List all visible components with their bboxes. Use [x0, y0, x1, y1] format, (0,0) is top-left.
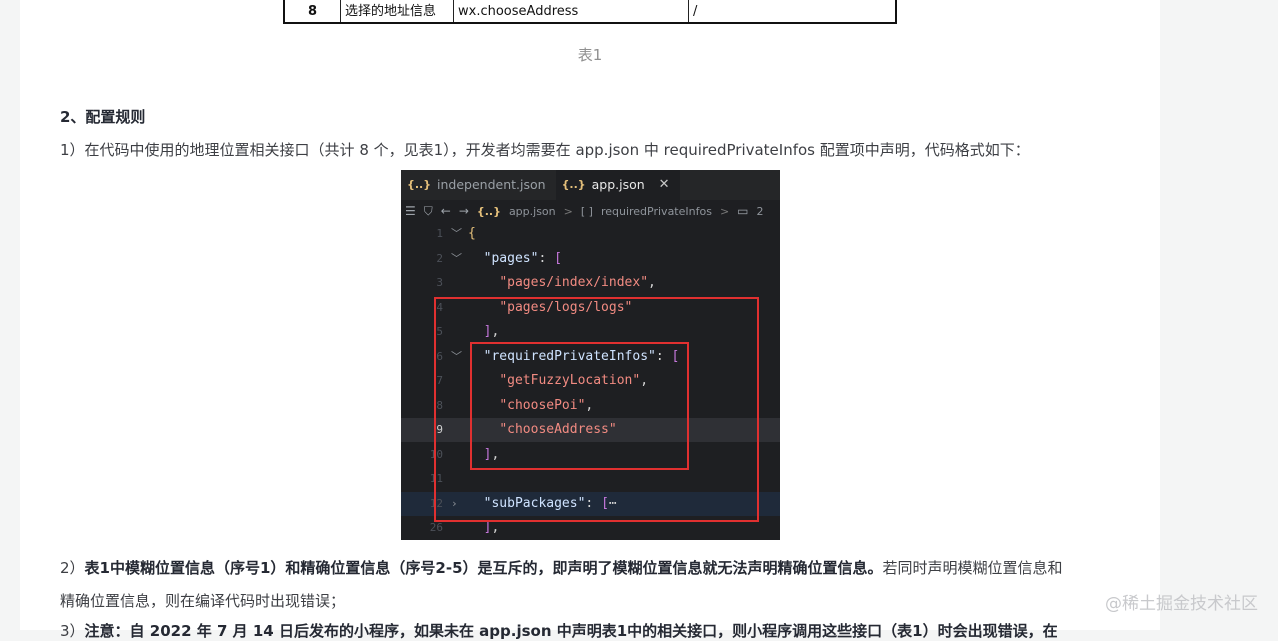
- fold-collapse-icon[interactable]: ﹀: [451, 222, 462, 246]
- tab-app-json[interactable]: {..} app.json ✕: [555, 170, 680, 200]
- code-token: "pages": [483, 250, 539, 266]
- editor-breadcrumb: ☰ ⛉ ← → {..} app.json > [ ] requiredPriv…: [401, 200, 780, 222]
- back-arrow-icon[interactable]: ←: [441, 204, 451, 218]
- code-token: "pages/index/index": [499, 275, 649, 290]
- breadcrumb-item[interactable]: 2: [757, 205, 764, 218]
- code-line[interactable]: 2 ﹀ "pages": [: [401, 247, 780, 271]
- code-text: {: [468, 222, 476, 246]
- code-token: {: [468, 226, 476, 241]
- breadcrumb-field[interactable]: requiredPrivateInfos: [601, 205, 712, 218]
- json-file-icon: {..}: [561, 178, 586, 191]
- list-icon[interactable]: ☰: [405, 204, 416, 218]
- article-body: 8 选择的地址信息 wx.chooseAddress / 表1 2、配置规则 1…: [20, 0, 1160, 640]
- code-text: "pages/index/index",: [468, 271, 656, 295]
- table-cell-name: 选择的地址信息: [341, 0, 454, 22]
- json-file-icon: {..}: [476, 204, 501, 218]
- close-tab-icon[interactable]: ✕: [659, 170, 670, 200]
- code-editor-screenshot: {..} independent.json {..} app.json ✕ ☰ …: [401, 170, 780, 540]
- tab-label: independent.json: [437, 177, 546, 192]
- table-cell-seq: 8: [285, 0, 341, 22]
- table-cell-api: wx.chooseAddress: [454, 0, 689, 22]
- breadcrumb-separator: >: [563, 204, 573, 218]
- editor-tab-bar: {..} independent.json {..} app.json ✕: [401, 170, 780, 200]
- paragraph-3-prefix: 3）: [60, 622, 85, 640]
- paragraph-2-line-2: 精确位置信息，则在编译代码时出现错误；: [60, 592, 346, 610]
- code-text: "pages": [: [468, 247, 562, 271]
- line-number: 1: [436, 227, 443, 240]
- forward-arrow-icon[interactable]: →: [459, 204, 469, 218]
- bookmark-icon[interactable]: ⛉: [424, 204, 433, 219]
- code-token: [: [554, 250, 562, 266]
- string-value-icon: ▭: [737, 204, 749, 218]
- code-line[interactable]: 1 ﹀ {: [401, 222, 780, 246]
- site-watermark: @稀土掘金技术社区: [1105, 594, 1258, 614]
- paragraph-1: 1）在代码中使用的地理位置相关接口（共计 8 个，见表1），开发者均需要在 ap…: [60, 141, 1030, 159]
- line-number: 2: [436, 251, 443, 265]
- breadcrumb-file[interactable]: app.json: [509, 205, 556, 218]
- table-cell-note: /: [693, 4, 698, 19]
- code-token: ,: [648, 275, 656, 290]
- code-token: ,: [491, 520, 500, 535]
- line-number: 3: [436, 276, 443, 289]
- section-heading: 2、配置规则: [60, 108, 146, 126]
- api-table-row: 8 选择的地址信息 wx.chooseAddress /: [283, 0, 897, 24]
- code-line[interactable]: 3 "pages/index/index",: [401, 271, 780, 295]
- highlight-box-inner: [470, 342, 689, 470]
- paragraph-2-bold: 表1中模糊位置信息（序号1）和精确位置信息（序号2-5）是互斥的，即声明了模糊位…: [84, 559, 883, 577]
- table-caption: 表1: [577, 46, 603, 64]
- tab-label: app.json: [591, 177, 645, 192]
- paragraph-2: 2）表1中模糊位置信息（序号1）和精确位置信息（序号2-5）是互斥的，即声明了模…: [60, 557, 1063, 578]
- paragraph-3: 3）注意：自 2022 年 7 月 14 日后发布的小程序，如果未在 app.j…: [60, 620, 1058, 641]
- fold-collapse-icon[interactable]: ﹀: [451, 247, 462, 271]
- tab-independent-json[interactable]: {..} independent.json: [401, 170, 556, 200]
- paragraph-2-prefix: 2）: [60, 559, 85, 577]
- breadcrumb-array-icon: [ ]: [580, 204, 593, 218]
- json-file-icon: {..}: [407, 178, 432, 191]
- breadcrumb-separator: >: [719, 204, 730, 218]
- paragraph-3-bold: 注意：自 2022 年 7 月 14 日后发布的小程序，如果未在 app.jso…: [84, 622, 1058, 640]
- code-token: :: [538, 250, 555, 266]
- paragraph-2-rest: 若同时声明模糊位置信息和: [882, 559, 1063, 577]
